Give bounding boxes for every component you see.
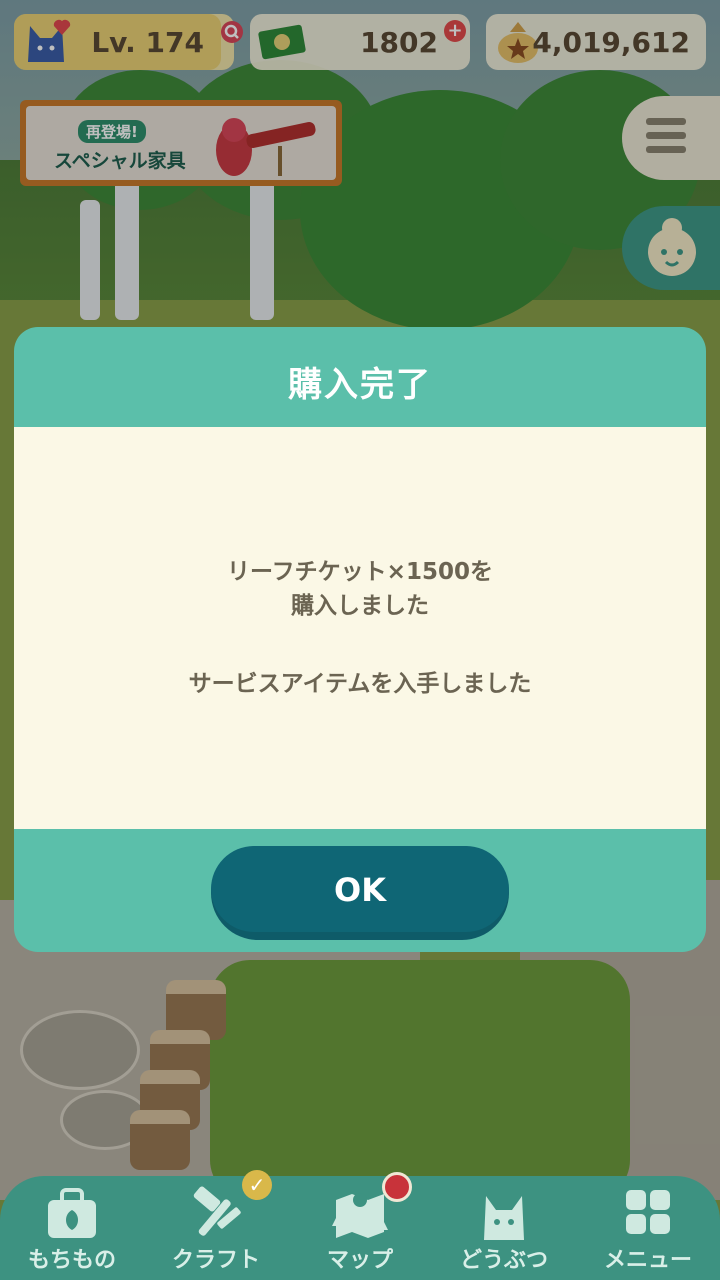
bottom-nav: もちもの ✓ クラフト マップ どうぶつ メニュー bbox=[0, 1170, 720, 1280]
nav-item-inventory[interactable]: もちもの bbox=[0, 1176, 144, 1280]
nav-label-animals: どうぶつ bbox=[459, 1248, 548, 1273]
nav-label-map: マップ bbox=[326, 1248, 393, 1273]
craft-hammer-icon bbox=[193, 1186, 241, 1236]
map-icon bbox=[332, 1193, 388, 1238]
menu-grid-icon bbox=[626, 1190, 670, 1234]
purchase-message-line1: リーフチケット×1500を bbox=[227, 559, 493, 585]
dialog-title: 購入完了 bbox=[288, 365, 432, 405]
dialog-header: 購入完了 bbox=[14, 327, 706, 427]
nav-item-map[interactable]: マップ bbox=[288, 1172, 432, 1280]
nav-item-menu[interactable]: メニュー bbox=[576, 1176, 720, 1280]
craft-complete-check-icon: ✓ bbox=[242, 1170, 272, 1200]
purchase-message: リーフチケット×1500を 購入しました bbox=[14, 555, 706, 623]
nav-label-menu: メニュー bbox=[603, 1248, 692, 1273]
bonus-item-message: サービスアイテムを入手しました bbox=[188, 671, 532, 697]
ok-button[interactable]: OK bbox=[211, 846, 509, 940]
nav-label-craft: クラフト bbox=[171, 1248, 260, 1273]
ok-button-face: OK bbox=[211, 846, 509, 932]
dialog-body: リーフチケット×1500を 購入しました サービスアイテムを入手しました bbox=[14, 427, 706, 829]
bag-icon bbox=[48, 1188, 96, 1238]
purchase-complete-dialog: 購入完了 リーフチケット×1500を 購入しました サービスアイテムを入手しまし… bbox=[14, 327, 706, 952]
nav-item-craft[interactable]: ✓ クラフト bbox=[144, 1170, 288, 1280]
ok-button-label: OK bbox=[334, 871, 386, 909]
map-notification-icon bbox=[382, 1172, 412, 1202]
animal-icon bbox=[484, 1196, 524, 1240]
purchase-message-line2: 購入しました bbox=[291, 593, 429, 619]
nav-label-inventory: もちもの bbox=[27, 1248, 116, 1273]
nav-item-animals[interactable]: どうぶつ bbox=[432, 1176, 576, 1280]
